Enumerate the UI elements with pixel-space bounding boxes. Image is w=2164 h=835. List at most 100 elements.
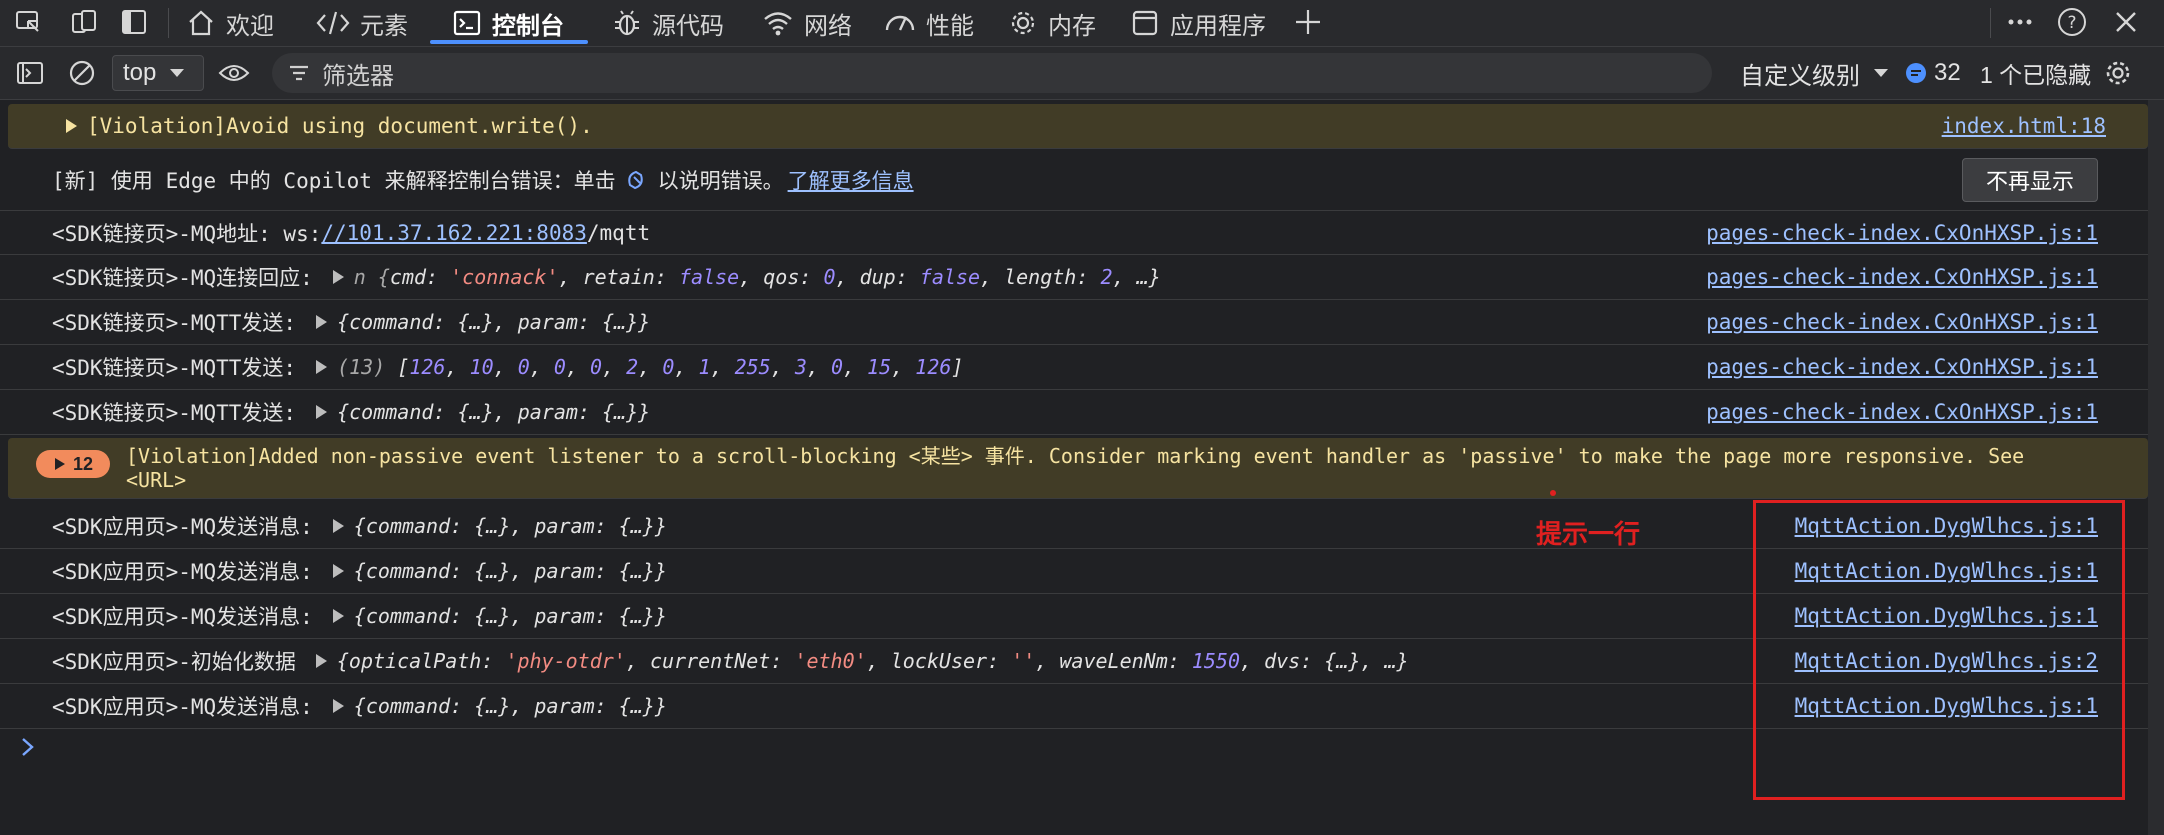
log-level-select[interactable]: 自定义级别 [1740,55,1890,91]
log-message: <SDK应用页>-MQ发送消息: {command: {…}, param: {… [52,594,667,638]
expand-triangle-icon [54,458,65,470]
expand-triangle-icon[interactable] [316,315,328,329]
console-filter-bar: top 筛选器 自定义级别 32 1 个已隐藏 [0,47,2164,100]
console-scrollbar[interactable] [2148,100,2164,835]
obj-key: , lockUser: [866,649,1012,673]
mq-address-link[interactable]: //101.37.162.221:8083 [321,221,587,245]
expand-triangle-icon[interactable] [332,519,344,533]
obj-suffix: , …} [1112,265,1161,289]
tab-sources[interactable]: 源代码 [612,0,724,46]
log-message: <SDK应用页>-MQ发送消息: {command: {…}, param: {… [52,684,667,728]
add-tab-icon[interactable] [1288,2,1328,42]
log-message: <SDK链接页>-MQ地址: ws://101.37.162.221:8083/… [52,212,650,254]
expand-triangle-icon[interactable] [332,699,344,713]
array-item: 0 [662,355,675,379]
object-preview[interactable]: {command: {…}, param: {…}} [337,310,650,334]
array-preview[interactable]: (13) [126, 10, 0, 0, 0, 2, 0, 1, 255, 3,… [337,355,963,379]
expand-triangle-icon[interactable] [332,564,344,578]
object-preview[interactable]: {command: {…}, param: {…}} [354,559,667,583]
object-preview[interactable]: {opticalPath: 'phy-otdr', currentNet: 'e… [337,649,1409,673]
tab-memory[interactable]: 内存 [1008,0,1096,46]
obj-key: , qos: [739,265,824,289]
expand-triangle-icon[interactable] [316,405,328,419]
filter-input[interactable]: 筛选器 [272,53,1712,93]
expand-triangle-icon[interactable] [315,654,327,668]
tab-label: 网络 [804,12,852,40]
array-item: 1 [698,355,711,379]
tab-label: 性能 [926,12,974,40]
tab-welcome[interactable]: 欢迎 [186,0,274,46]
code-icon [316,11,350,35]
obj-key: {opticalPath: [336,649,506,673]
source-link[interactable]: pages-check-index.CxOnHXSP.js:1 [1706,255,2098,299]
object-preview[interactable]: {command: {…}, param: {…}} [354,604,667,628]
performance-icon [885,15,915,31]
inspect-element-icon[interactable] [8,2,48,42]
tab-network[interactable]: 网络 [762,0,852,46]
object-preview[interactable]: n {cmd: 'connack', retain: false, qos: 0… [354,265,1161,289]
devtools-tab-bar: 欢迎 元素 控制台 源代码 网络 性能 内存 应用程序 ? [0,0,2164,47]
tab-application[interactable]: 应用程序 [1130,0,1266,46]
log-message: <SDK应用页>-MQ发送消息: {command: {…}, param: {… [52,504,667,548]
object-preview[interactable]: {command: {…}, param: {…}} [354,694,667,718]
help-icon[interactable]: ? [2052,2,2092,42]
issues-counter[interactable]: 32 [1904,55,1961,91]
source-link[interactable]: pages-check-index.CxOnHXSP.js:1 [1706,390,2098,434]
array-item: 126 [915,355,952,379]
device-emulation-icon[interactable] [64,2,104,42]
log-label: <SDK应用页>-MQ发送消息: [52,560,313,584]
console-prompt-chevron-icon[interactable] [20,734,36,765]
source-link[interactable]: index.html:18 [1942,104,2106,148]
console-log-row: <SDK链接页>-MQTT发送: {command: {…}, param: {… [0,390,2148,435]
array-item: 0 [517,355,530,379]
tab-label: 欢迎 [226,12,274,40]
obj-key: , dup: [835,265,920,289]
filter-placeholder: 筛选器 [322,62,394,90]
message-bubble-icon [1906,63,1926,83]
copilot-info-row: [新] 使用 Edge 中的 Copilot 来解释控制台错误：单击 以说明错误… [0,150,2148,211]
repeat-count-badge[interactable]: 12 [36,450,110,478]
context-select[interactable]: top [112,55,204,91]
tab-performance[interactable]: 性能 [884,0,974,46]
console-warning-row[interactable]: [Violation]Avoid using document.write().… [8,104,2148,149]
bug-icon [615,10,639,36]
log-message: <SDK链接页>-MQTT发送: (13) [126, 10, 0, 0, 0,… [52,345,963,389]
source-link[interactable]: pages-check-index.CxOnHXSP.js:1 [1706,212,2098,254]
warning-message: [Violation]Added non-passive event liste… [126,444,2024,492]
source-link[interactable]: pages-check-index.CxOnHXSP.js:1 [1706,345,2098,389]
object-preview[interactable]: {command: {…}, param: {…}} [354,514,667,538]
copilot-icon[interactable] [624,167,650,193]
obj-value: 0 [823,265,836,289]
clear-console-icon[interactable] [62,53,102,93]
tab-label: 内存 [1048,12,1096,40]
obj-value: false [678,265,740,289]
obj-value: 1550 [1191,649,1240,673]
console-settings-gear-icon[interactable] [2098,53,2138,93]
console-icon [453,10,481,36]
expand-triangle-icon[interactable] [66,119,77,133]
log-label: <SDK链接页>-MQTT发送: [52,401,297,425]
toolbar-divider [168,8,169,38]
obj-value: 'connack' [450,265,559,289]
show-sidebar-icon[interactable] [10,53,50,93]
expand-triangle-icon[interactable] [332,609,344,623]
expand-triangle-icon[interactable] [316,360,328,374]
copilot-prefix: [新] 使用 Edge 中的 Copilot 来解释控制台错误：单击 [52,169,616,193]
live-expression-eye-icon[interactable] [214,53,254,93]
toggle-sidebar-icon[interactable] [114,2,154,42]
more-options-icon[interactable] [2000,2,2040,42]
tab-elements[interactable]: 元素 [316,0,408,46]
dont-show-again-button[interactable]: 不再显示 [1962,158,2098,202]
log-message: <SDK链接页>-MQ连接回应: n {cmd: 'connack', reta… [52,255,1161,299]
expand-triangle-icon[interactable] [332,270,344,284]
close-icon[interactable] [2106,2,2146,42]
log-label: <SDK链接页>-MQTT发送: [52,356,297,380]
context-value: top [123,59,157,86]
source-link[interactable]: pages-check-index.CxOnHXSP.js:1 [1706,300,2098,344]
learn-more-link[interactable]: 了解更多信息 [788,165,914,195]
obj-value: 2 [1100,265,1113,289]
copilot-suffix: 以说明错误。 [657,169,784,193]
console-warning-group-row[interactable]: 12 [Violation]Added non-passive event li… [8,438,2148,499]
object-preview[interactable]: {command: {…}, param: {…}} [337,400,650,424]
chevron-down-icon [1874,69,1888,77]
